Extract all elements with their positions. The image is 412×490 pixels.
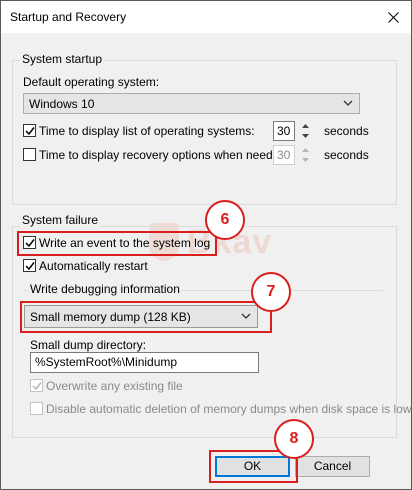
spin-up-icon[interactable] (297, 121, 313, 130)
display-recovery-seconds-input[interactable]: 30 (273, 145, 295, 165)
chevron-down-icon (343, 100, 353, 106)
step-6-badge: 6 (205, 200, 245, 240)
default-os-label: Default operating system: (23, 75, 160, 89)
dump-dir-input[interactable]: %SystemRoot%\Minidump (30, 352, 259, 373)
debugging-label: Write debugging information (28, 282, 182, 296)
overwrite-label[interactable]: Overwrite any existing file (46, 379, 183, 393)
spin-down-icon[interactable] (297, 155, 313, 164)
default-os-value: Windows 10 (29, 96, 95, 111)
display-recovery-label[interactable]: Time to display recovery options when ne… (39, 148, 289, 162)
display-recovery-spinner[interactable] (295, 145, 317, 165)
spin-down-icon[interactable] (297, 131, 313, 140)
auto-restart-checkbox[interactable] (23, 259, 36, 272)
system-startup-label: System startup (20, 52, 105, 66)
cancel-button[interactable]: Cancel (295, 456, 370, 477)
system-failure-label: System failure (20, 213, 101, 227)
spin-up-icon[interactable] (297, 145, 313, 154)
display-list-label[interactable]: Time to display list of operating system… (39, 124, 255, 138)
close-button[interactable] (381, 5, 405, 29)
auto-restart-label[interactable]: Automatically restart (39, 259, 148, 273)
overwrite-checkbox[interactable] (30, 379, 43, 392)
display-list-seconds-input[interactable]: 30 (273, 121, 295, 141)
close-icon (387, 11, 399, 23)
highlight-dump-type (20, 301, 272, 333)
dump-dir-label: Small dump directory: (30, 338, 147, 352)
display-recovery-unit: seconds (324, 148, 369, 162)
checkmark-icon (25, 262, 35, 271)
disable-auto-delete-label[interactable]: Disable automatic deletion of memory dum… (46, 402, 412, 416)
display-list-unit: seconds (324, 124, 369, 138)
checkmark-icon (32, 382, 42, 391)
step-8-badge: 8 (274, 419, 314, 459)
display-list-spinner[interactable] (295, 121, 317, 141)
display-recovery-checkbox[interactable] (23, 148, 36, 161)
startup-recovery-dialog: Startup and Recovery System startup Defa… (0, 0, 412, 490)
window-title: Startup and Recovery (10, 10, 127, 24)
disable-auto-delete-checkbox[interactable] (30, 402, 43, 415)
checkmark-icon (25, 127, 35, 136)
step-7-badge: 7 (251, 272, 291, 312)
title-bar[interactable]: Startup and Recovery (1, 1, 411, 33)
default-os-select[interactable]: Windows 10 (23, 93, 360, 114)
display-list-checkbox[interactable] (23, 124, 36, 137)
highlight-write-event (17, 231, 217, 256)
